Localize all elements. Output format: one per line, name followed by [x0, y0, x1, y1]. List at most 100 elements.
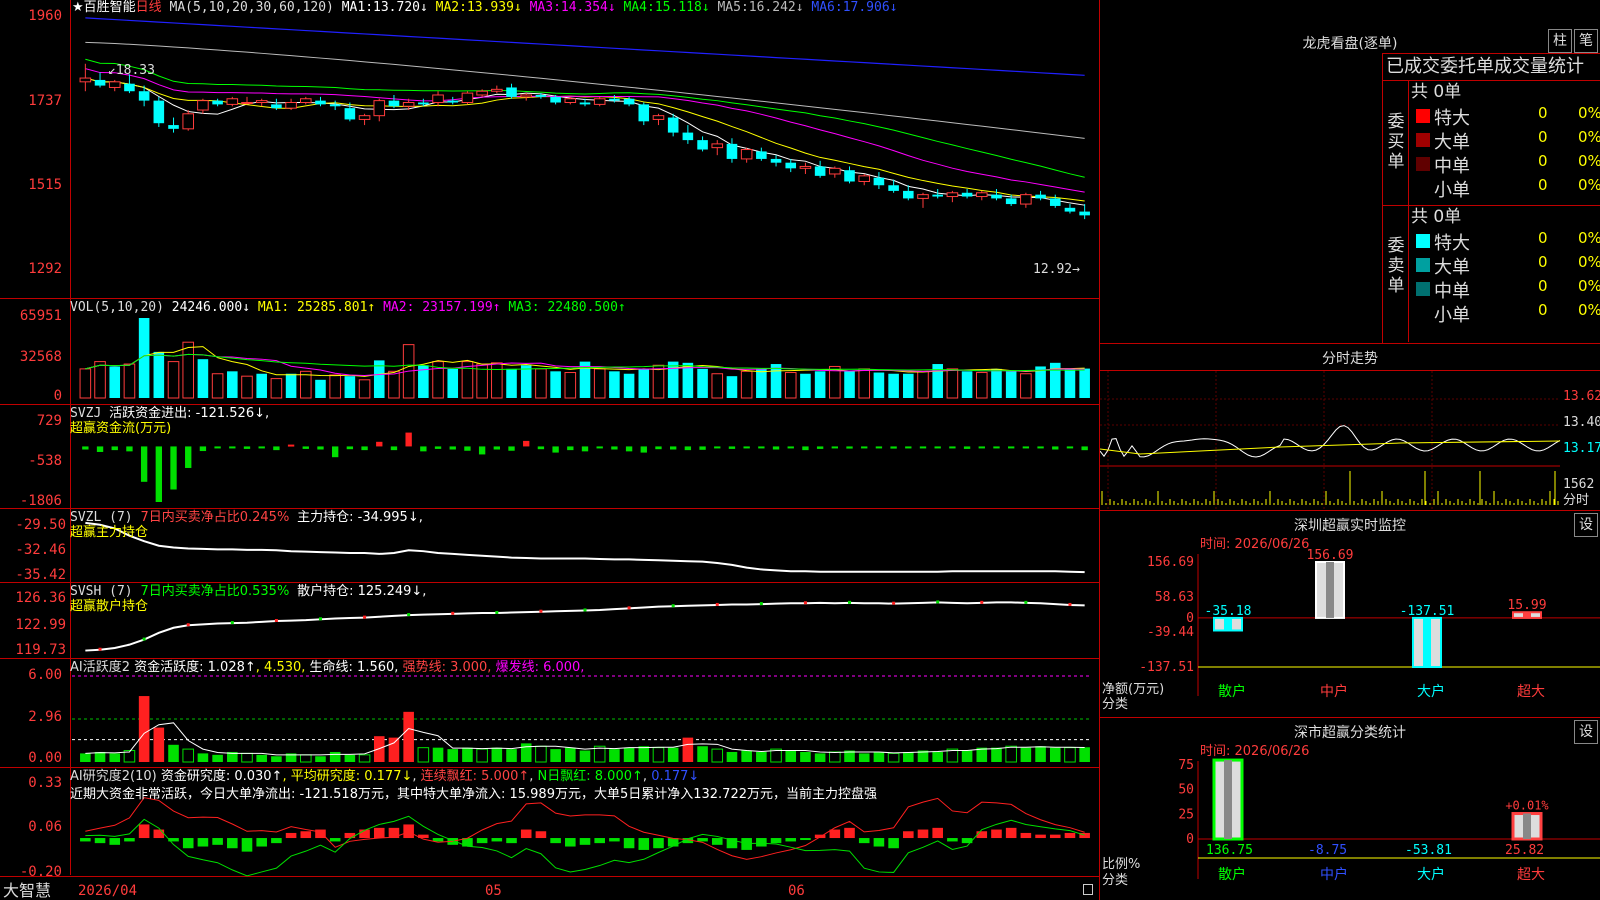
- retail-holding-dot: [186, 623, 190, 627]
- candle-body: [917, 194, 929, 199]
- fund-flow-bar: [1007, 446, 1015, 449]
- candle-body: [402, 102, 415, 107]
- stats-tick: 50: [1178, 783, 1194, 798]
- volume-bar: [975, 372, 988, 399]
- sz-stats-axis-label: 分类: [1102, 873, 1129, 888]
- svsh-title-row: SVSH (7) 7日内买卖净占比0.535% 散户持仓: 125.249↓,: [70, 585, 426, 599]
- fund-flow-bar: [831, 446, 839, 449]
- volume-bar: [961, 371, 973, 398]
- fund-flow-bar: [229, 446, 236, 449]
- intraday-tick: 13.17: [1563, 441, 1600, 456]
- activity-bar: [756, 751, 767, 762]
- stock-name[interactable]: ★百胜智能: [72, 0, 136, 15]
- retail-holding-dot: [1024, 600, 1028, 604]
- row-pct: 0%: [1578, 229, 1600, 247]
- period-label[interactable]: 日线: [136, 0, 162, 15]
- candle-body: [623, 98, 635, 105]
- ai-research-label: AI研究度2(10): [70, 769, 157, 784]
- fund-flow-bar: [331, 446, 339, 458]
- research-bar: [285, 832, 297, 839]
- candle-body: [579, 102, 591, 105]
- retail-holding-dot: [495, 610, 499, 614]
- candle-body: [358, 115, 371, 120]
- svzl-hold: 主力持仓: -34.995↓,: [297, 510, 423, 525]
- fund-flow-bar: [1022, 446, 1030, 449]
- activity-bar: [932, 751, 943, 762]
- research-bar: [1035, 834, 1046, 839]
- retail-holding-dot: [583, 608, 587, 612]
- retail-holding-dot: [451, 611, 455, 615]
- stats-category: 中户: [1320, 866, 1348, 883]
- research-bar: [491, 838, 503, 842]
- research-bar: [579, 838, 591, 845]
- activity-bar: [887, 752, 900, 763]
- volume-bar: [800, 373, 811, 398]
- fund-flow-bar: [655, 446, 662, 450]
- candle-body: [329, 104, 341, 107]
- activity-bar: [638, 746, 650, 762]
- fund-flow-bar: [420, 446, 427, 452]
- volume-bar: [344, 376, 356, 398]
- ma4-name: MA4: [623, 0, 647, 15]
- main-title-row: ★百胜智能日线 MA(5,10,20,30,60,120) MA1:13.720…: [72, 0, 898, 15]
- research-bar: [932, 827, 943, 839]
- monitor-tick: 58.63: [1155, 590, 1194, 605]
- candle-body: [756, 151, 767, 159]
- candle-body: [858, 175, 871, 182]
- right-panel: 龙虎看盘(逐单) 柱 笔 已成交委托单成交量统计 委买单 共 0单 特大 0 0% …: [1100, 0, 1600, 900]
- ma6-value: 17.906↓: [842, 0, 898, 15]
- fund-flow-bar: [669, 446, 677, 450]
- tick-mode-button[interactable]: 笔: [1574, 29, 1598, 53]
- retail-holding-dot: [627, 606, 631, 610]
- candle-body: [667, 117, 679, 133]
- candle-body: [138, 91, 150, 101]
- vol-value: 24246.000↓: [171, 300, 251, 315]
- main-chart-area[interactable]: 1960 1737 1515 1292 65951 32568 0 729 -5…: [0, 0, 1100, 900]
- candle-body: [550, 96, 561, 103]
- activity-bar: [565, 747, 576, 762]
- candle-body: [1064, 207, 1076, 212]
- ma4-value: 15.118↓: [654, 0, 710, 15]
- activity-bar: [417, 747, 430, 763]
- volume-bar: [491, 362, 503, 399]
- intraday-chart[interactable]: [1100, 371, 1600, 509]
- research-bar: [976, 831, 988, 839]
- research-bar: [197, 838, 209, 847]
- sz-monitor-chart[interactable]: 156.69 58.63 0-39.44 -137.51 -35.18 散户 156.69 中…: [1100, 510, 1600, 717]
- x-tick: 05: [485, 883, 502, 899]
- fund-flow-bar: [1052, 446, 1059, 450]
- lock-icon[interactable]: [1083, 884, 1093, 895]
- volume-bar: [784, 372, 797, 399]
- candle-body: [79, 77, 92, 83]
- activity-bar: [271, 756, 282, 762]
- fund-flow-bar: [199, 446, 207, 452]
- volume-bar: [167, 361, 180, 399]
- svsh-desc: 7日内买卖净占比0.535%: [140, 584, 290, 599]
- candle-body: [726, 143, 738, 159]
- monitor-bar-inner: [1326, 562, 1334, 618]
- activity-bar: [109, 753, 121, 762]
- sz-stats-chart[interactable]: 75 50 25 0 136.75 散户 -8.75 中户 -53.81 大户 25.82 超大 +0.…: [1100, 717, 1600, 900]
- swatch-icon: [1416, 133, 1430, 147]
- research-bar: [653, 838, 664, 849]
- row-name: 中单: [1434, 156, 1470, 177]
- volume-bar: [623, 373, 635, 398]
- candle-body: [432, 94, 444, 104]
- candle-body: [255, 100, 268, 104]
- row-count: 0: [1538, 176, 1548, 194]
- row-count: 0: [1538, 277, 1548, 295]
- fund-flow-bar: [772, 446, 780, 450]
- fund-flow-bar: [714, 446, 721, 449]
- research-bar: [403, 824, 414, 839]
- column-mode-button[interactable]: 柱: [1548, 29, 1572, 53]
- stats-tick: 0: [1186, 832, 1194, 847]
- research-bar: [241, 838, 253, 852]
- volume-bar: [711, 373, 724, 399]
- stats-title: 已成交委托单成交量统计: [1386, 56, 1584, 77]
- volume-bar: [946, 368, 959, 399]
- volume-bar: [109, 366, 121, 398]
- research-bar: [227, 838, 238, 849]
- activity-bar: [1005, 745, 1017, 763]
- fund-flow-bar: [434, 446, 442, 449]
- activity-bar: [785, 750, 797, 762]
